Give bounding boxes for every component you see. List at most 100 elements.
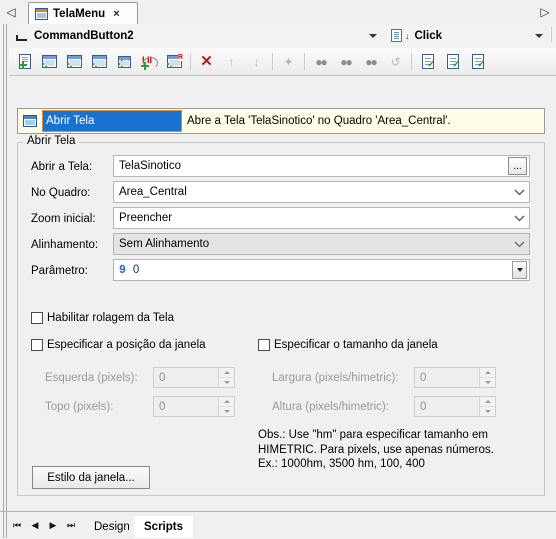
topo-spin-down-icon[interactable] [219, 407, 234, 416]
zoom-inicial-label-row: Zoom inicial: [31, 208, 96, 230]
abrir-a-tela-label: Abrir a Tela: [31, 161, 93, 173]
insert-download-action-button[interactable]: ↓ [112, 50, 137, 74]
new-screen-action-button[interactable] [12, 50, 37, 74]
esquerda-value: 0 [159, 371, 166, 384]
parametro-dropdown-icon[interactable] [512, 261, 527, 279]
altura-spin-down-icon[interactable] [480, 407, 495, 416]
habilitar-rolagem-label: Habilitar rolagem da Tela [47, 312, 174, 324]
toolbar-divider-2 [272, 53, 273, 70]
altura-spin-buttons[interactable] [479, 397, 495, 416]
doc-plus-icon [18, 54, 31, 69]
action-description-cell[interactable]: Abre a Tela 'TelaSinotico' no Quadro 'Ar… [182, 109, 544, 133]
largura-spin-up-icon[interactable] [480, 368, 495, 378]
tabstrip-scroll-left-icon[interactable]: ◁ [0, 0, 22, 23]
bottom-gutter-line-2 [6, 512, 7, 538]
esquerda-spinner[interactable]: 0 [153, 367, 235, 388]
object-combobox[interactable]: CommandButton2 [11, 25, 381, 46]
parametro-label: Parâmetro: [31, 265, 88, 277]
find-prev-action-button[interactable]: ●● [358, 50, 383, 74]
new-frame-action-button[interactable] [87, 50, 112, 74]
nav-first-icon[interactable]: ⏮ [8, 513, 26, 537]
zoom-inicial-combobox[interactable]: Preencher [113, 207, 530, 229]
no-quadro-label: No Quadro: [31, 187, 91, 199]
esquerda-spin-up-icon[interactable] [219, 368, 234, 378]
new-window-action-button[interactable] [37, 50, 62, 74]
check-all-action-button[interactable]: ✓ [440, 50, 465, 74]
alinhamento-label-row: Alinhamento: [31, 234, 98, 256]
find-next-action-button[interactable]: ●● [333, 50, 358, 74]
arrow-down-icon: ↓ [253, 54, 260, 69]
command-button-icon [16, 31, 28, 41]
parametro-combobox[interactable]: 9 0 [113, 259, 530, 281]
largura-label: Largura (pixels/himetric): [272, 372, 399, 384]
zoom-inicial-chevron-down-icon[interactable] [509, 215, 529, 222]
edit-properties-action-button[interactable]: ✦ [276, 50, 301, 74]
altura-spin-up-icon[interactable] [480, 397, 495, 407]
no-quadro-chevron-down-icon[interactable] [509, 189, 529, 196]
largura-spinner[interactable]: 0 [414, 367, 496, 388]
delete-action-button[interactable]: ✕ [194, 50, 219, 74]
action-list: Abrir Tela Abre a Tela 'TelaSinotico' no… [17, 108, 545, 134]
move-down-action-button[interactable]: ↓ [244, 50, 269, 74]
habilitar-rolagem-checkbox-row[interactable]: Habilitar rolagem da Tela [31, 312, 174, 324]
especificar-tamanho-label: Especificar o tamanho da janela [274, 339, 438, 351]
abrir-a-tela-input[interactable]: TelaSinotico ... [113, 155, 530, 177]
zoom-inicial-label: Zoom inicial: [31, 213, 96, 225]
altura-spinner[interactable]: 0 [414, 396, 496, 417]
window-icon [35, 7, 48, 20]
parametro-label-row: Parâmetro: [31, 260, 88, 282]
estilo-da-janela-button[interactable]: Estilo da janela... [32, 466, 150, 489]
arrow-up-icon: ↑ [228, 54, 235, 69]
document-tab-label: TelaMenu [53, 7, 106, 20]
find-action-button[interactable]: ●● [308, 50, 333, 74]
nav-prev-icon[interactable]: ◀ [26, 513, 44, 537]
action-name-cell[interactable]: Abrir Tela [42, 110, 182, 132]
esquerda-label: Esquerda (pixels): [45, 372, 138, 384]
topo-spinner[interactable]: 0 [153, 396, 235, 417]
esquerda-spin-buttons[interactable] [218, 368, 234, 387]
topo-spin-buttons[interactable] [218, 397, 234, 416]
validate-action-button[interactable]: ✓ [465, 50, 490, 74]
topo-value: 0 [159, 400, 166, 413]
especificar-tamanho-checkbox-row[interactable]: Especificar o tamanho da janela [258, 339, 438, 351]
esquerda-spin-down-icon[interactable] [219, 378, 234, 387]
alinhamento-label: Alinhamento: [31, 239, 99, 251]
toolbar-divider-3 [304, 53, 305, 70]
object-combobox-value: CommandButton2 [34, 29, 134, 42]
alinhamento-combobox[interactable]: Sem Alinhamento [113, 233, 530, 255]
tabstrip-scroll-right-icon[interactable]: ▷ [534, 0, 556, 23]
no-quadro-combobox[interactable]: Area_Central [113, 181, 530, 203]
especificar-posicao-checkbox[interactable] [31, 339, 43, 351]
document-tab-telamenu[interactable]: TelaMenu × [28, 2, 138, 24]
window-plus-icon [42, 55, 57, 68]
largura-spin-down-icon[interactable] [480, 378, 495, 387]
topo-spin-up-icon[interactable] [219, 397, 234, 407]
insert-report-action-button[interactable]: R [162, 50, 187, 74]
replace-action-button[interactable]: ↺ [383, 50, 408, 74]
alinhamento-chevron-down-icon[interactable] [509, 241, 529, 248]
binoculars-next-icon: ●● [340, 54, 352, 69]
report-plus-icon: R [167, 54, 183, 68]
groupbox-title: Abrir Tela [23, 135, 80, 147]
event-combobox[interactable]: ↓ Click [387, 25, 547, 46]
check-script-action-button[interactable]: ✓ [415, 50, 440, 74]
insert-loop-action-button[interactable]: I II [137, 50, 162, 74]
largura-spin-buttons[interactable] [479, 368, 495, 387]
action-row-icon-cell [18, 109, 42, 133]
browse-button[interactable]: ... [508, 157, 527, 175]
topo-label: Topo (pixels): [45, 401, 114, 413]
especificar-posicao-checkbox-row[interactable]: Especificar a posição da janela [31, 339, 206, 351]
nav-next-icon[interactable]: ▶ [44, 513, 62, 537]
move-up-action-button[interactable]: ↑ [219, 50, 244, 74]
event-chevron-down-icon[interactable] [531, 26, 547, 46]
event-combobox-text: ↓ Click [387, 29, 531, 42]
habilitar-rolagem-checkbox[interactable] [31, 312, 43, 324]
bottom-tabbar: ⏮ ◀ ▶ ⏭ Design Scripts [0, 511, 556, 539]
object-event-bar: CommandButton2 ↓ Click [9, 24, 556, 49]
new-image-action-button[interactable] [62, 50, 87, 74]
object-chevron-down-icon[interactable] [365, 26, 381, 46]
especificar-tamanho-checkbox[interactable] [258, 339, 270, 351]
doc-validate-icon: ✓ [471, 54, 486, 70]
script-action-panel: Abrir Tela Abre a Tela 'TelaSinotico' no… [9, 76, 556, 512]
close-icon[interactable]: × [113, 8, 119, 20]
